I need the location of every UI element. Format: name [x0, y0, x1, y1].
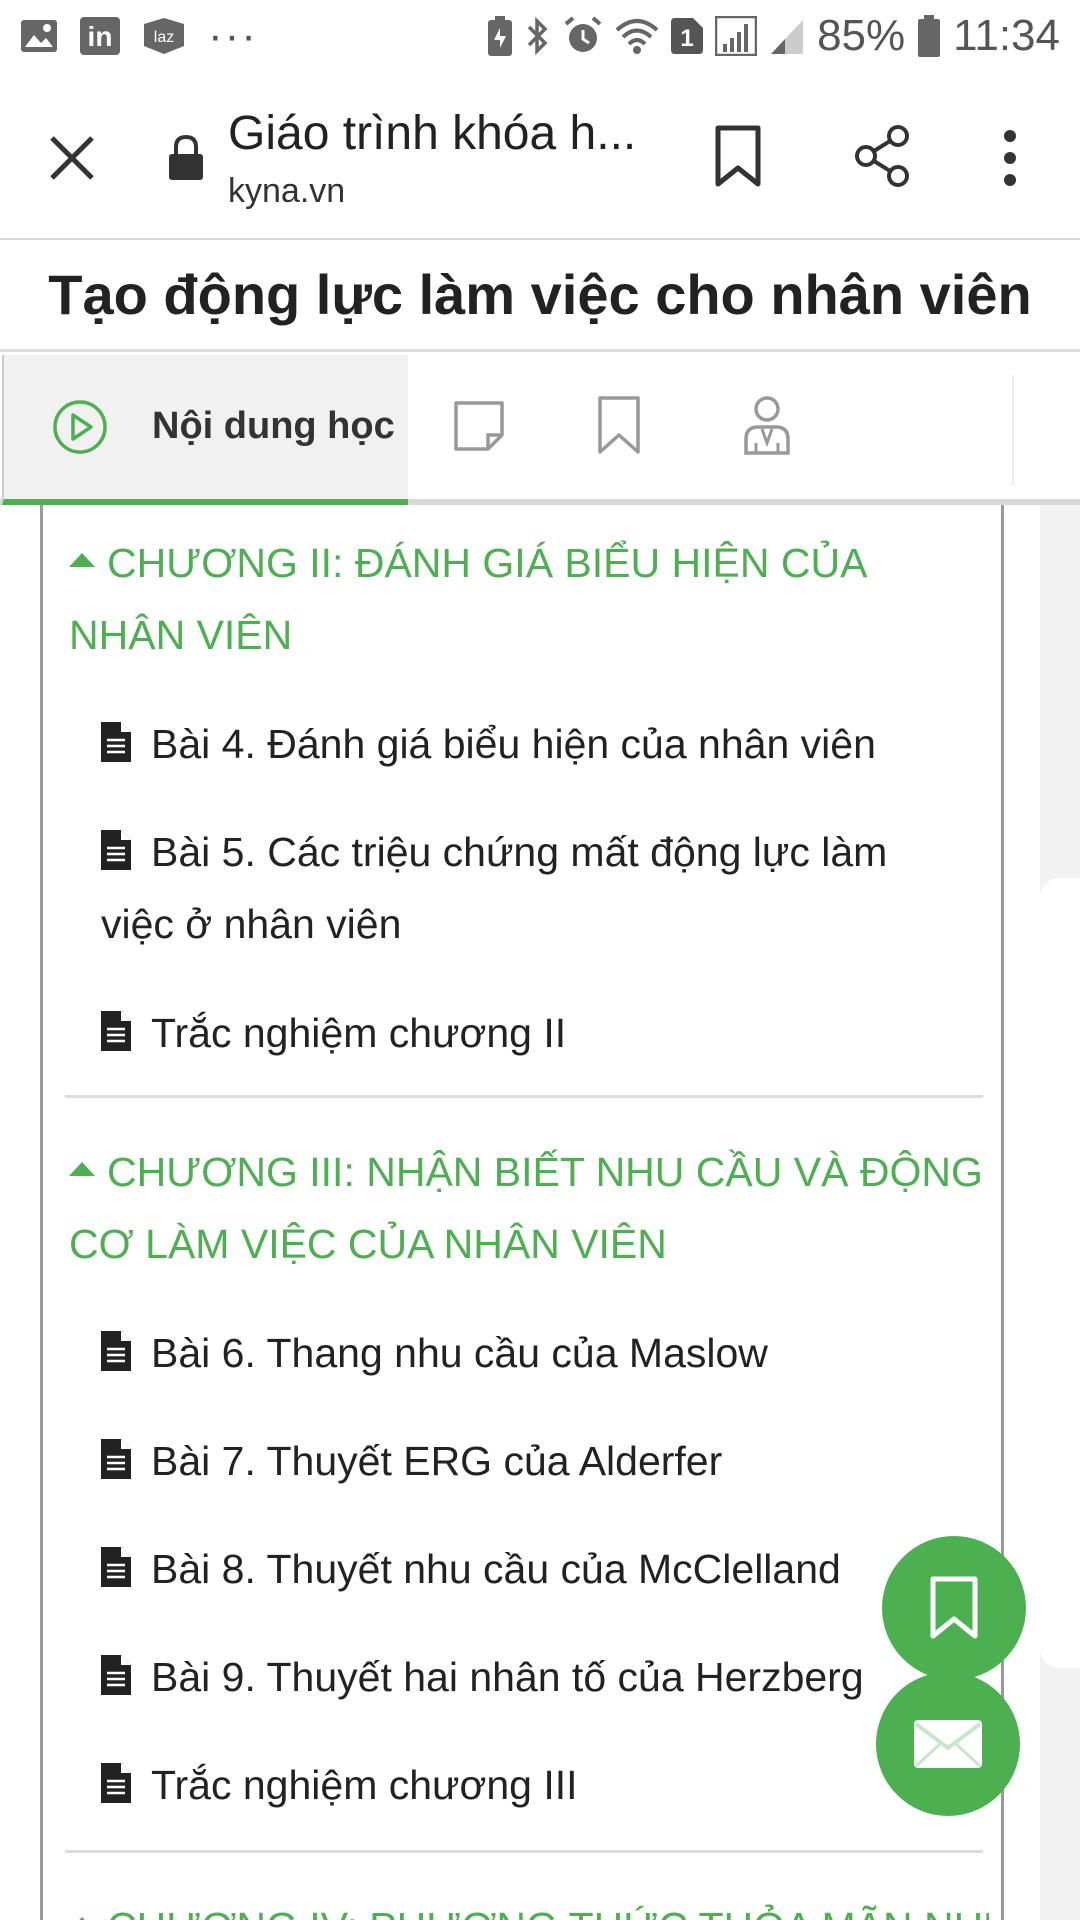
sim-badge-icon: 1 [671, 18, 704, 54]
document-icon [101, 1011, 131, 1051]
linkedin-icon: in [80, 17, 120, 55]
caret-up-icon [69, 1162, 95, 1176]
chapter-header[interactable]: CHƯƠNG III: NHẬN BIẾT NHU CẦU VÀ ĐỘNG CƠ… [69, 1136, 989, 1280]
course-title: Tạo động lực làm việc cho nhân viên [0, 240, 1080, 352]
close-icon[interactable] [44, 130, 100, 186]
document-icon [101, 1655, 131, 1695]
lesson-item[interactable]: Bài 7. Thuyết ERG của Alderfer [101, 1425, 961, 1497]
note-icon[interactable] [452, 399, 506, 453]
lesson-item[interactable]: Bài 5. Các triệu chứng mất động lực làm … [101, 816, 961, 960]
lesson-title: Bài 8. Thuyết nhu cầu của McClelland [151, 1546, 841, 1592]
chapter-list: CHƯƠNG II: ĐÁNH GIÁ BIỂU HIỆN CỦA NHÂN V… [40, 505, 1004, 1920]
document-icon [101, 1763, 131, 1803]
mail-icon [914, 1720, 982, 1768]
lesson-title: Trắc nghiệm chương III [151, 1762, 578, 1808]
lazada-label: laz [154, 29, 174, 46]
document-icon [101, 830, 131, 870]
instructor-icon[interactable] [742, 395, 792, 457]
bookmark-icon [930, 1576, 978, 1639]
document-icon [101, 1547, 131, 1587]
lock-icon [166, 134, 206, 182]
lesson-item[interactable]: Bài 9. Thuyết hai nhân tố của Herzberg [101, 1641, 961, 1713]
chapter-header[interactable]: CHƯƠNG IV: PHƯƠNG THỨC THỎA MÃN NHU [69, 1891, 989, 1920]
lesson-title: Bài 7. Thuyết ERG của Alderfer [151, 1438, 723, 1484]
bookmark-icon[interactable] [712, 124, 764, 188]
lesson-item[interactable]: Trắc nghiệm chương II [101, 997, 961, 1069]
tab-content-label: Nội dung học [152, 405, 395, 447]
signal-icon [715, 16, 758, 56]
status-bar: in laz ··· 1 85% 11:34 [0, 0, 1080, 72]
battery-icon [917, 15, 941, 57]
chapter-title: CHƯƠNG IV: PHƯƠNG THỨC THỎA MÃN NHU [107, 1904, 989, 1920]
page-url[interactable]: kyna.vn [228, 172, 345, 211]
lesson-item[interactable]: Trắc nghiệm chương III [101, 1749, 961, 1821]
tab-divider [1012, 375, 1014, 485]
lesson-title: Bài 9. Thuyết hai nhân tố của Herzberg [151, 1654, 864, 1700]
lesson-item[interactable]: Bài 8. Thuyết nhu cầu của McClelland [101, 1533, 961, 1605]
clock: 11:34 [953, 11, 1060, 60]
document-icon [101, 1439, 131, 1479]
lesson-title: Bài 4. Đánh giá biểu hiện của nhân viên [151, 721, 876, 767]
image-icon [20, 19, 58, 53]
tab-bar: Nội dung học [0, 355, 1080, 505]
linkedin-label: in [88, 21, 113, 52]
browser-toolbar: Giáo trình khóa h... kyna.vn [0, 72, 1080, 240]
divider [65, 1095, 983, 1098]
lesson-title: Bài 5. Các triệu chứng mất động lực làm … [101, 829, 888, 947]
chapter-title: CHƯƠNG III: NHẬN BIẾT NHU CẦU VÀ ĐỘNG CƠ… [69, 1149, 983, 1267]
divider [65, 1850, 983, 1853]
share-icon[interactable] [852, 124, 912, 188]
battery-saver-icon [487, 16, 513, 56]
lesson-item[interactable]: Bài 4. Đánh giá biểu hiện của nhân viên [101, 708, 961, 780]
mail-fab[interactable] [876, 1672, 1020, 1816]
document-icon [101, 722, 131, 762]
more-vert-icon[interactable] [996, 128, 1024, 188]
document-icon [101, 1331, 131, 1371]
bookmark-tab-icon[interactable] [596, 395, 642, 455]
more-dots-icon: ··· [208, 11, 258, 60]
chapter-title: CHƯƠNG II: ĐÁNH GIÁ BIỂU HIỆN CỦA NHÂN V… [69, 540, 866, 658]
lesson-title: Bài 6. Thang nhu cầu của Maslow [151, 1330, 768, 1376]
signal-weak-icon [769, 16, 805, 56]
tab-content[interactable]: Nội dung học [2, 355, 408, 505]
chapter-header[interactable]: CHƯƠNG II: ĐÁNH GIÁ BIỂU HIỆN CỦA NHÂN V… [69, 527, 989, 671]
alarm-icon [563, 16, 603, 56]
wifi-icon [615, 16, 659, 56]
lesson-item[interactable]: Bài 6. Thang nhu cầu của Maslow [101, 1317, 961, 1389]
play-circle-icon [52, 399, 108, 455]
lesson-title: Trắc nghiệm chương II [151, 1010, 567, 1056]
caret-up-icon [69, 553, 95, 567]
battery-percent: 85% [817, 11, 906, 60]
lazada-icon: laz [142, 18, 186, 54]
scrollbar-thumb[interactable] [1040, 878, 1080, 1668]
bluetooth-icon [525, 16, 551, 56]
page-title[interactable]: Giáo trình khóa h... [228, 106, 636, 161]
bookmark-fab[interactable] [882, 1536, 1026, 1680]
sim-number: 1 [680, 25, 693, 52]
